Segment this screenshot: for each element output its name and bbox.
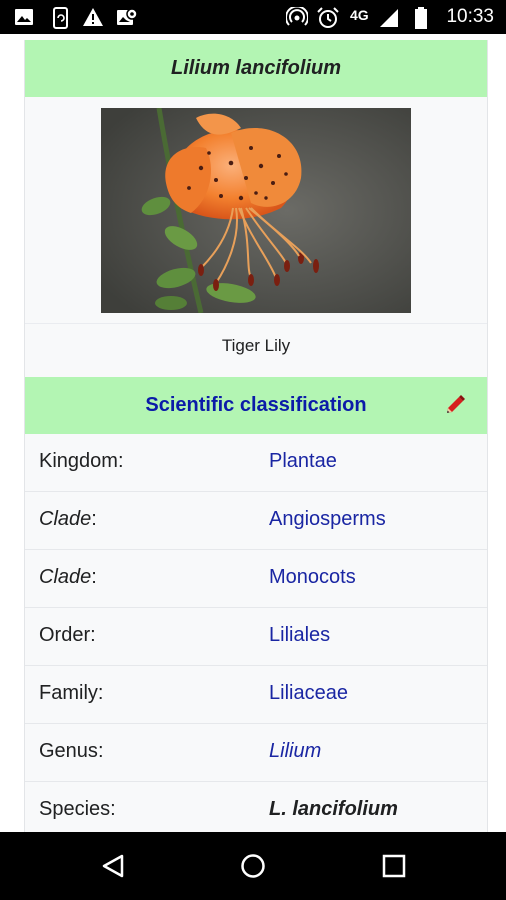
home-icon[interactable] xyxy=(240,853,266,879)
edit-pencil-icon[interactable] xyxy=(443,393,467,417)
divider xyxy=(25,323,487,324)
table-row: Clade: Monocots xyxy=(25,550,487,608)
table-row: Kingdom: Plantae xyxy=(25,434,487,492)
table-row: Family: Liliaceae xyxy=(25,666,487,724)
status-bar: 4G 10:33 xyxy=(0,0,506,34)
taxon-link[interactable]: Lilium xyxy=(269,740,321,763)
page-content: Lilium lancifolium Tiger Lily Scientific… xyxy=(0,34,506,832)
table-row: Order: Liliales xyxy=(25,608,487,666)
table-row: Clade: Angiosperms xyxy=(25,492,487,550)
infobox-title: Lilium lancifolium xyxy=(25,40,487,97)
rank-label[interactable]: Clade: xyxy=(39,566,97,589)
taxon-link[interactable]: Plantae xyxy=(269,450,337,473)
classification-header: Scientific classification xyxy=(25,377,487,434)
rank-label: Genus: xyxy=(39,740,104,762)
rank-label: Family: xyxy=(39,682,104,704)
infobox: Lilium lancifolium Tiger Lily Scientific… xyxy=(24,40,488,832)
tiger-lily-photo xyxy=(101,107,411,314)
table-row: Species: L. lancifolium xyxy=(25,782,487,832)
image-caption: Tiger Lily xyxy=(221,336,291,355)
species-image[interactable] xyxy=(101,107,411,314)
classification-table: Kingdom: Plantae Clade: Angiosperms Clad… xyxy=(25,434,487,832)
table-row: Genus: Lilium xyxy=(25,724,487,782)
classification-header-label[interactable]: Scientific classification xyxy=(145,394,366,417)
species-name: L. lancifolium xyxy=(269,798,398,820)
clock: 10:33 xyxy=(446,6,494,27)
image-icon xyxy=(15,9,33,25)
battery-icon xyxy=(415,7,427,29)
back-icon[interactable] xyxy=(100,853,126,879)
signal-icon xyxy=(380,9,398,27)
taxon-link[interactable]: Liliaceae xyxy=(269,682,348,705)
hotspot-icon xyxy=(286,7,308,26)
recents-icon[interactable] xyxy=(382,854,406,878)
rank-label[interactable]: Clade: xyxy=(39,508,97,531)
alarm-icon xyxy=(317,7,339,28)
phone-sync-icon xyxy=(53,7,68,29)
rank-label: Kingdom: xyxy=(39,450,124,472)
taxon-link[interactable]: Monocots xyxy=(269,566,356,589)
network-type: 4G xyxy=(350,7,369,23)
navigation-bar xyxy=(0,832,506,900)
taxon-link[interactable]: Liliales xyxy=(269,624,330,647)
taxon-link[interactable]: Angiosperms xyxy=(269,508,386,531)
warning-icon xyxy=(83,8,103,26)
photo-settings-icon xyxy=(117,8,138,25)
rank-label: Species: xyxy=(39,798,116,820)
rank-label: Order: xyxy=(39,624,96,646)
